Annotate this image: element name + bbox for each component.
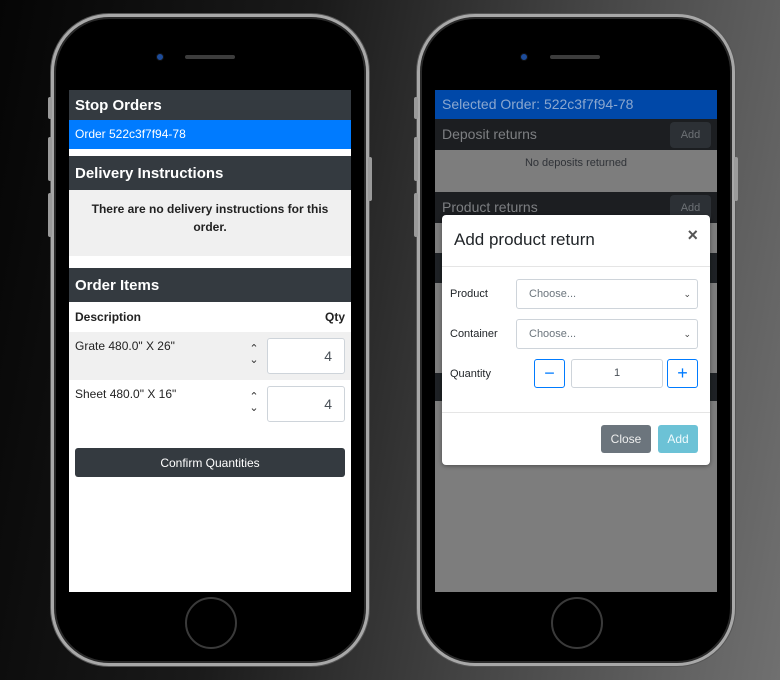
- speaker-grille: [185, 55, 235, 59]
- camera-icon: [520, 53, 528, 61]
- quantity-input[interactable]: 1: [571, 359, 663, 388]
- item-description: Sheet 480.0" X 16": [75, 387, 177, 401]
- camera-icon: [156, 53, 164, 61]
- home-button: [551, 597, 603, 649]
- qty-input[interactable]: [267, 386, 345, 422]
- stop-orders-header: Stop Orders: [69, 90, 351, 120]
- volume-up-button: [414, 137, 418, 181]
- quantity-label: Quantity: [450, 368, 491, 380]
- chevron-down-icon: ⌄: [683, 289, 691, 299]
- table-row: Sheet 480.0" X 16" ⌃ ⌄: [69, 380, 351, 428]
- mute-switch: [48, 97, 52, 119]
- container-label: Container: [450, 328, 498, 340]
- phone-frame-left: Stop Orders Order 522c3f7f94-78 Delivery…: [48, 14, 372, 666]
- power-button: [368, 157, 372, 201]
- screen-right: Selected Order: 522c3f7f94-78 Deposit re…: [435, 90, 717, 592]
- quantity-row: Quantity − 1 +: [442, 355, 710, 395]
- product-row: Product Choose... ⌄: [442, 275, 710, 315]
- speaker-grille: [550, 55, 600, 59]
- order-items-header: Order Items: [69, 268, 351, 302]
- deposit-returns-title: Deposit returns: [442, 126, 537, 142]
- container-row: Container Choose... ⌄: [442, 315, 710, 355]
- delivery-instructions-message: There are no delivery instructions for t…: [69, 190, 351, 256]
- order-items-table-header: Description Qty: [69, 302, 351, 332]
- add-deposit-button[interactable]: Add: [670, 122, 711, 148]
- product-label: Product: [450, 288, 488, 300]
- volume-down-button: [414, 193, 418, 237]
- product-select[interactable]: Choose... ⌄: [516, 279, 698, 309]
- deposit-returns-header: Deposit returns Add: [435, 119, 717, 150]
- table-row: Grate 480.0" X 26" ⌃ ⌄: [69, 332, 351, 380]
- stepper-chevrons-icon[interactable]: ⌃ ⌄: [247, 392, 261, 416]
- selected-order-banner: Selected Order: 522c3f7f94-78: [435, 90, 717, 119]
- mute-switch: [414, 97, 418, 119]
- volume-up-button: [48, 137, 52, 181]
- power-button: [734, 157, 738, 201]
- decrement-button[interactable]: −: [534, 359, 565, 388]
- delivery-instructions-header: Delivery Instructions: [69, 156, 351, 190]
- item-description: Grate 480.0" X 26": [75, 339, 175, 353]
- modal-title: Add product return: [454, 230, 595, 249]
- no-deposits-message: No deposits returned: [435, 150, 717, 192]
- phone-frame-right: Selected Order: 522c3f7f94-78 Deposit re…: [414, 14, 738, 666]
- order-list-item[interactable]: Order 522c3f7f94-78: [69, 120, 351, 149]
- column-description: Description: [75, 310, 142, 324]
- volume-down-button: [48, 193, 52, 237]
- container-select[interactable]: Choose... ⌄: [516, 319, 698, 349]
- close-button[interactable]: Close: [601, 425, 651, 453]
- stepper-chevrons-icon[interactable]: ⌃ ⌄: [247, 344, 261, 368]
- screen-left: Stop Orders Order 522c3f7f94-78 Delivery…: [69, 90, 351, 592]
- add-button[interactable]: Add: [658, 425, 698, 453]
- home-button: [185, 597, 237, 649]
- column-qty: Qty: [324, 310, 345, 324]
- confirm-quantities-button[interactable]: Confirm Quantities: [75, 448, 345, 477]
- increment-button[interactable]: +: [667, 359, 698, 388]
- add-product-return-modal: Add product return × Product Choose... ⌄…: [442, 215, 710, 465]
- product-returns-title: Product returns: [442, 199, 538, 215]
- chevron-down-icon: ⌄: [683, 329, 691, 339]
- qty-input[interactable]: [267, 338, 345, 374]
- close-icon[interactable]: ×: [687, 225, 698, 246]
